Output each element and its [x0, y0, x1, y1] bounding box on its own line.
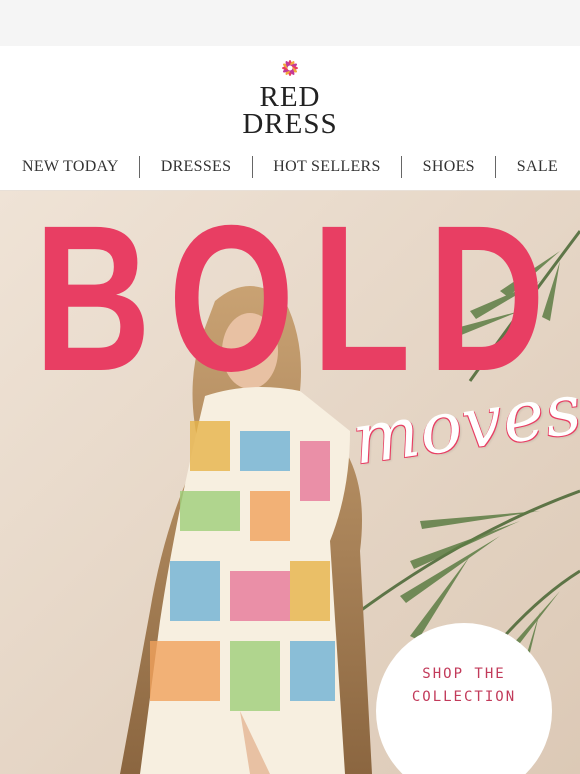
nav-divider	[251, 156, 253, 178]
cta-line-1: SHOP THE	[422, 666, 506, 682]
main-nav: NEW TODAY DRESSES HOT SELLERS SHOES SALE	[0, 150, 580, 184]
brand-line-1: RED	[259, 81, 321, 113]
brand-name: RED DRESS	[0, 81, 580, 140]
brand-line-2: DRESS	[242, 108, 338, 140]
nav-hot-sellers[interactable]: HOT SELLERS	[273, 158, 380, 176]
nav-shoes[interactable]: SHOES	[423, 158, 475, 176]
top-spacer	[0, 0, 580, 46]
nav-new-today[interactable]: NEW TODAY	[22, 158, 119, 176]
nav-sale[interactable]: SALE	[517, 158, 558, 176]
hero-headline: BOLD	[34, 191, 563, 415]
nav-dresses[interactable]: DRESSES	[161, 158, 232, 176]
nav-divider	[401, 156, 403, 178]
flower-icon	[282, 60, 298, 76]
nav-divider	[139, 156, 141, 178]
email-header: RED DRESS NEW TODAY DRESSES HOT SELLERS …	[0, 46, 580, 191]
brand-logo[interactable]: RED DRESS	[0, 56, 580, 140]
nav-divider	[495, 156, 497, 178]
hero-banner[interactable]: BOLD moves SHOP THE COLLECTION	[0, 191, 580, 774]
cta-line-2: COLLECTION	[411, 689, 517, 705]
